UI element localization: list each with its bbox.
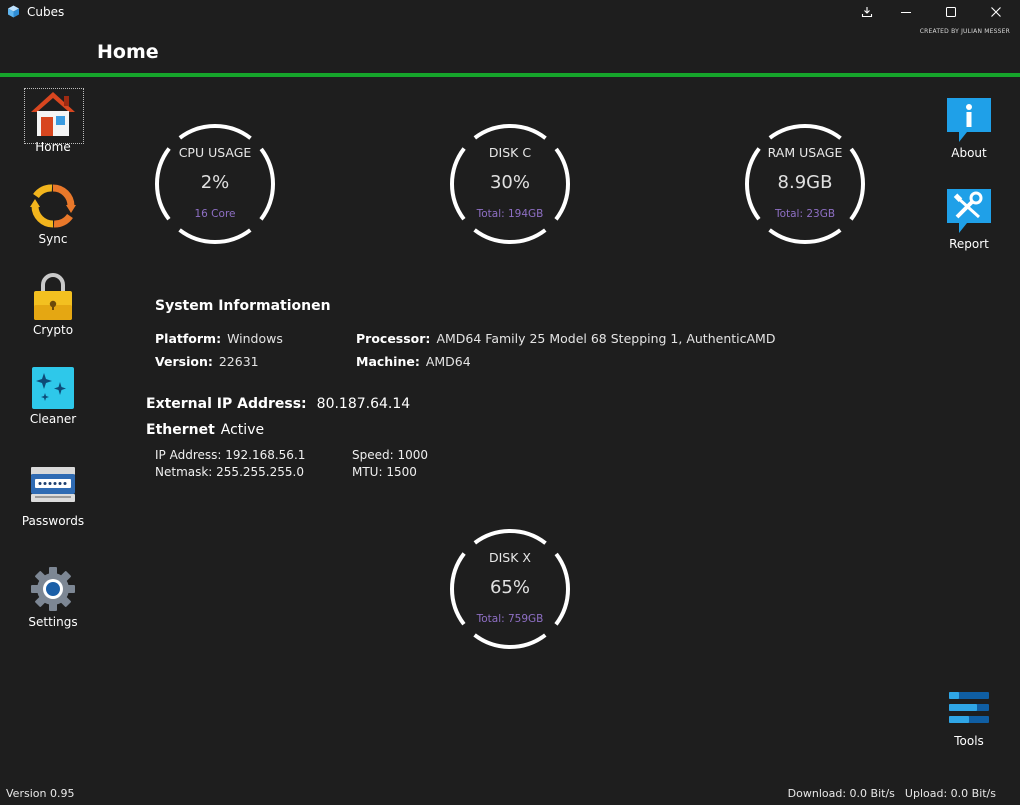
version-label: Version: — [155, 354, 213, 369]
external-ip-row: External IP Address: 80.187.64.14 — [146, 396, 410, 412]
title-bar: Cubes — [0, 0, 1020, 24]
creator-credit: CREATED BY JULIAN MESSER — [919, 28, 1010, 35]
link-speed: Speed: 1000 — [352, 448, 429, 462]
netmask: Netmask: 255.255.255.0 — [155, 465, 304, 479]
accent-divider — [0, 73, 1020, 77]
machine-row: Machine: AMD64 — [356, 354, 471, 369]
gauge-value: 8.9GB — [777, 172, 833, 193]
window-title: Cubes — [27, 5, 65, 19]
info-icon — [947, 98, 991, 142]
download-button[interactable] — [845, 0, 889, 24]
sidebar-label-passwords: Passwords — [21, 514, 85, 528]
sparkle-icon — [32, 367, 74, 409]
sidebar-item-cleaner[interactable]: Cleaner — [13, 366, 93, 426]
processor-label: Processor: — [356, 331, 431, 346]
gauge-ram: RAM USAGE 8.9GB Total: 23GB — [744, 123, 866, 245]
tools-report-icon — [947, 189, 991, 233]
gauge-title: CPU USAGE — [178, 145, 252, 160]
gauge-title: RAM USAGE — [767, 145, 843, 160]
bars-icon — [949, 692, 989, 723]
ethernet-row: Ethernet Active — [146, 422, 264, 438]
ethernet-label: Ethernet — [146, 422, 215, 438]
network-throughput: Download: 0.0 Bit/s Upload: 0.0 Bit/s — [788, 787, 996, 800]
processor-row: Processor: AMD64 Family 25 Model 68 Stepp… — [356, 331, 775, 346]
sidebar-item-passwords[interactable]: Passwords — [13, 464, 93, 528]
external-ip-label: External IP Address: — [146, 396, 307, 412]
close-button[interactable] — [974, 0, 1018, 24]
gauge-subtext: 16 Core — [194, 208, 236, 220]
header: Home CREATED BY JULIAN MESSER — [0, 24, 1020, 73]
sidebar-item-sync[interactable]: Sync — [13, 182, 93, 246]
gear-icon — [31, 567, 75, 611]
password-keyboard-icon — [31, 467, 75, 502]
sidebar-item-about[interactable]: About — [929, 96, 1009, 160]
download-icon — [861, 7, 873, 18]
sidebar-label-sync: Sync — [38, 232, 68, 246]
maximize-button[interactable] — [929, 0, 973, 24]
ip-address: IP Address: 192.168.56.1 — [155, 448, 306, 462]
upload-rate: Upload: 0.0 Bit/s — [904, 787, 996, 800]
maximize-icon — [946, 7, 956, 17]
sidebar-label-report: Report — [949, 237, 989, 251]
gauge-disk-c: DISK C 30% Total: 194GB — [449, 123, 571, 245]
version-label: Version 0.95 — [6, 787, 75, 800]
page-title: Home — [97, 41, 159, 63]
home-icon — [31, 92, 75, 136]
cube-app-icon — [8, 5, 19, 18]
gauge-value: 30% — [489, 172, 530, 193]
sidebar-item-crypto[interactable]: Crypto — [13, 271, 93, 337]
sidebar-label-about: About — [951, 146, 987, 160]
machine-label: Machine: — [356, 354, 420, 369]
gauge-title: DISK C — [488, 145, 532, 160]
platform-label: Platform: — [155, 331, 222, 346]
sidebar-label-settings: Settings — [28, 615, 78, 629]
sidebar-label-crypto: Crypto — [32, 323, 74, 337]
gauge-value: 65% — [489, 577, 530, 598]
gauge-subtext: Total: 23GB — [774, 208, 836, 220]
minimize-button[interactable] — [884, 0, 928, 24]
sidebar-label-tools: Tools — [954, 734, 984, 748]
system-info-heading: System Informationen — [155, 298, 331, 314]
lock-icon — [34, 273, 72, 320]
gauge-subtext: Total: 759GB — [476, 613, 544, 625]
close-icon — [991, 7, 1001, 17]
sidebar-label-home: Home — [35, 140, 71, 154]
sidebar-item-settings[interactable]: Settings — [13, 565, 93, 629]
machine-value: AMD64 — [425, 354, 471, 369]
sidebar-item-report[interactable]: Report — [929, 187, 1009, 251]
platform-row: Platform: Windows — [155, 331, 283, 346]
download-rate: Download: 0.0 Bit/s — [787, 787, 895, 800]
version-row: Version: 22631 — [155, 354, 259, 369]
processor-value: AMD64 Family 25 Model 68 Stepping 1, Aut… — [436, 331, 776, 346]
gauge-disk-x: DISK X 65% Total: 759GB — [449, 528, 571, 650]
gauge-cpu: CPU USAGE 2% 16 Core — [154, 123, 276, 245]
sidebar-item-tools[interactable]: Tools — [929, 690, 1009, 748]
version-value: 22631 — [218, 354, 259, 369]
sidebar-label-cleaner: Cleaner — [29, 412, 77, 426]
platform-value: Windows — [227, 331, 283, 346]
minimize-icon — [901, 12, 911, 13]
mtu: MTU: 1500 — [352, 465, 417, 479]
gauge-value: 2% — [200, 172, 230, 193]
gauge-subtext: Total: 194GB — [476, 208, 544, 220]
ethernet-status: Active — [220, 422, 265, 438]
gauge-title: DISK X — [489, 550, 531, 565]
sidebar-item-home[interactable]: Home — [13, 90, 93, 154]
sync-icon — [30, 184, 76, 228]
external-ip-value: 80.187.64.14 — [316, 396, 411, 412]
